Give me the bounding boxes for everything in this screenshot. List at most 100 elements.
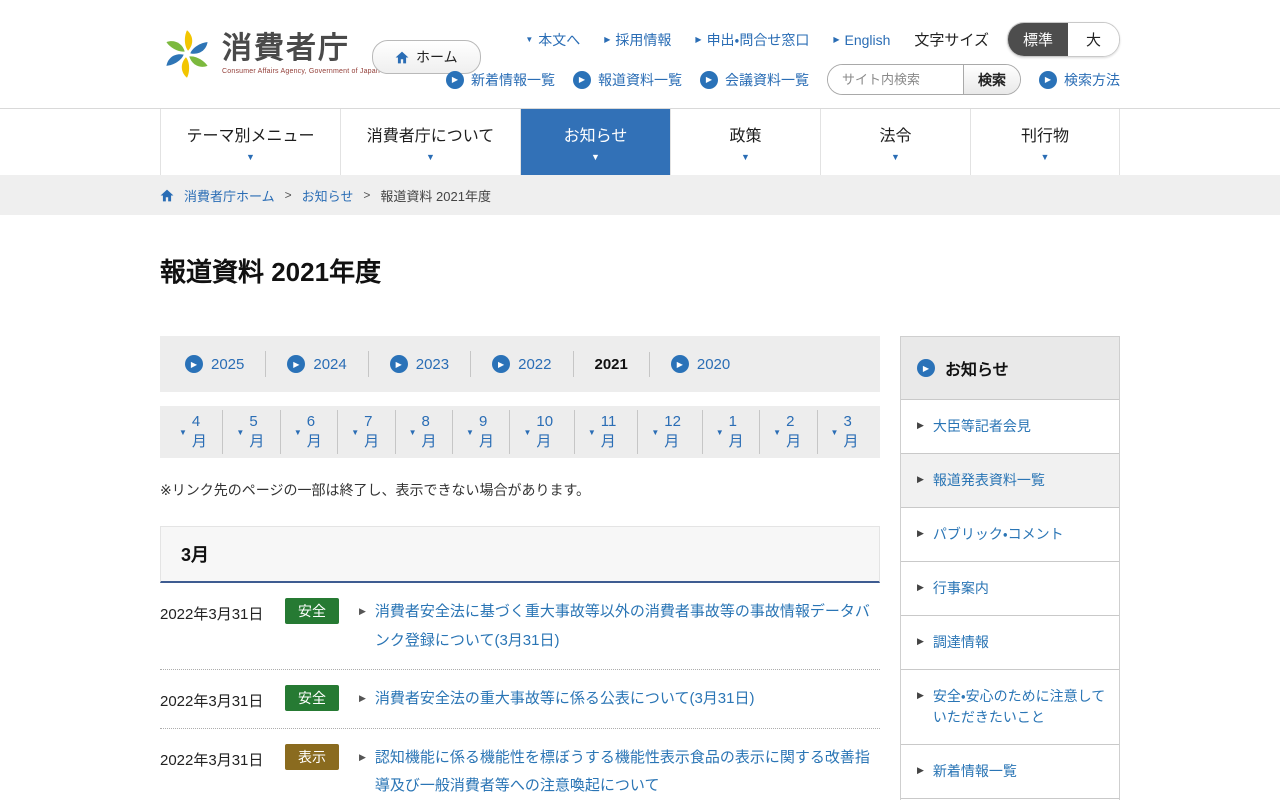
month-link-dec[interactable]: ▼ 12月 [638,410,703,454]
nav-tab-policy[interactable]: 政策 ▼ [670,109,820,175]
home-icon [395,51,409,63]
quick-links-row: ▶ 新着情報一覧 ▶ 報道資料一覧 ▶ 会議資料一覧 検索 ▶ 検索方法 [446,64,1120,95]
caret-right-icon: ▶ [695,35,702,44]
month-link-jun[interactable]: ▼ 6月 [281,410,339,454]
arrow-circle-icon: ▶ [917,359,935,377]
caret-down-icon: ▼ [246,152,255,162]
recruit-link[interactable]: ▶ 採用情報 [604,30,671,50]
breadcrumb: 消費者庁ホーム > お知らせ > 報道資料 2021年度 [160,175,1120,215]
caret-down-icon: ▼ [426,152,435,162]
caret-right-icon: ▶ [917,474,924,484]
month-link-mar[interactable]: ▼ 3月 [818,410,874,454]
disclaimer-note: ※リンク先のページの一部は終了し、表示できない場合があります。 [160,482,591,498]
caret-right-icon: ▶ [917,420,924,430]
breadcrumb-separator: > [363,188,371,202]
font-size-large-button[interactable]: 大 [1067,23,1119,56]
caret-down-icon: ▼ [179,427,187,437]
press-materials-list-link[interactable]: ▶ 報道資料一覧 [573,70,682,90]
caret-down-icon: ▼ [773,427,782,437]
news-link[interactable]: 消費者安全法に基づく重大事故等以外の消費者事故等の事故情報データバンク登録につい… [375,598,880,655]
year-filter: ▶ 2025 ▶ 2024 ▶ 2023 ▶ 2022 2021 ▶ 2020 [160,336,880,392]
sidebar-item-press-conference[interactable]: ▶ 大臣等記者会見 [901,400,1119,454]
breadcrumb-news-link[interactable]: お知らせ [302,186,354,205]
skip-to-content-link[interactable]: ▼ 本文へ [525,30,580,50]
sidebar-item-press-release-list[interactable]: ▶ 報道発表資料一覧 [901,454,1119,508]
meeting-materials-list-link[interactable]: ▶ 会議資料一覧 [700,70,809,90]
sidebar-item-events[interactable]: ▶ 行事案内 [901,562,1119,616]
caret-right-icon: ▶ [917,528,924,538]
nav-tab-about[interactable]: 消費者庁について ▼ [340,109,520,175]
english-link[interactable]: ▶ English [833,32,890,48]
caret-down-icon: ▼ [587,427,596,437]
breadcrumb-current: 報道資料 2021年度 [380,188,491,204]
contact-link[interactable]: ▶ 申出・問合せ窓口 [695,30,809,50]
search-button[interactable]: 検索 [963,65,1020,94]
caret-down-icon: ▼ [891,152,900,162]
breadcrumb-separator: > [284,188,292,202]
month-link-jul[interactable]: ▼ 7月 [338,410,396,454]
year-link-2023[interactable]: ▶ 2023 [369,351,472,377]
month-link-nov[interactable]: ▼ 11月 [575,410,639,454]
month-link-aug[interactable]: ▼ 8月 [396,410,454,454]
news-link[interactable]: 消費者安全法の重大事故等に係る公表について(3月31日) [375,685,880,714]
site-search: 検索 [827,64,1021,95]
month-link-may[interactable]: ▼ 5月 [223,410,281,454]
font-size-standard-button[interactable]: 標準 [1007,23,1068,56]
caret-down-icon: ▼ [715,427,724,437]
sidebar-item-safety-caution[interactable]: ▶ 安全・安心のために注意していただきたいこと [901,670,1119,745]
year-link-2024[interactable]: ▶ 2024 [266,351,369,377]
month-link-apr[interactable]: ▼ 4月 [166,410,224,454]
year-link-2025[interactable]: ▶ 2025 [164,351,267,377]
caret-right-icon: ▶ [833,35,840,44]
caret-right-icon: ▶ [917,582,924,592]
arrow-circle-icon: ▶ [1039,70,1057,89]
pinwheel-logo-icon [166,30,208,78]
agency-logo[interactable]: 消費者庁 Consumer Affairs Agency, Government… [160,26,380,82]
caret-right-icon: ▶ [917,636,924,646]
caret-right-icon: ▶ [359,751,366,762]
nav-tab-publications[interactable]: 刊行物 ▼ [970,109,1120,175]
caret-down-icon: ▼ [523,427,532,437]
caret-down-icon: ▼ [351,427,360,437]
font-size-label: 文字サイズ [914,32,989,49]
arrow-circle-icon: ▶ [492,355,511,373]
sidebar-item-new-info-list[interactable]: ▶ 新着情報一覧 [901,745,1119,799]
caret-down-icon: ▼ [741,152,750,162]
news-date: 2022年3月31日 [160,751,264,769]
month-link-oct[interactable]: ▼ 10月 [510,410,575,454]
nav-tab-laws[interactable]: 法令 ▼ [820,109,970,175]
page-title: 報道資料 2021年度 [160,257,382,287]
news-date: 2022年3月31日 [160,606,264,623]
font-size-toggle: 標準 大 [1006,22,1120,57]
arrow-circle-icon: ▶ [446,70,464,89]
breadcrumb-bar: 消費者庁ホーム > お知らせ > 報道資料 2021年度 [0,175,1280,215]
month-link-jan[interactable]: ▼ 1月 [703,410,761,454]
nav-tab-news[interactable]: お知らせ ▼ [520,109,670,175]
caret-down-icon: ▼ [651,427,660,437]
caret-right-icon: ▶ [917,690,924,700]
year-link-2020[interactable]: ▶ 2020 [650,351,751,377]
new-info-list-link[interactable]: ▶ 新着情報一覧 [446,70,555,90]
caret-down-icon: ▼ [591,152,600,162]
month-link-feb[interactable]: ▼ 2月 [760,410,818,454]
sidebar-item-procurement[interactable]: ▶ 調達情報 [901,616,1119,670]
month-link-sep[interactable]: ▼ 9月 [453,410,511,454]
arrow-circle-icon: ▶ [573,70,591,89]
sidebar-item-public-comment[interactable]: ▶ パブリック・コメント [901,508,1119,562]
news-link[interactable]: 認知機能に係る機能性を標ぼうする機能性表示食品の表示に関する改善指導及び一般消費… [375,744,880,800]
arrow-circle-icon: ▶ [389,355,408,373]
year-link-2022[interactable]: ▶ 2022 [471,351,574,377]
global-navigation: テーマ別メニュー ▼ 消費者庁について ▼ お知らせ ▼ 政策 ▼ 法令 ▼ 刊行物 ▼ [0,108,1280,175]
breadcrumb-home-link[interactable]: 消費者庁ホーム [184,186,275,205]
year-current-2021: 2021 [574,351,650,377]
site-search-input[interactable] [828,65,963,94]
news-sidebar: ▶ お知らせ ▶ 大臣等記者会見 ▶ 報道発表資料一覧 ▶ パブリック・コメント… [900,336,1120,800]
nav-tab-theme-menu[interactable]: テーマ別メニュー ▼ [160,109,340,175]
arrow-circle-icon: ▶ [700,70,718,89]
search-help-link[interactable]: ▶ 検索方法 [1039,70,1120,90]
caret-right-icon: ▶ [917,765,924,775]
agency-name-english: Consumer Affairs Agency, Government of J… [222,68,380,75]
main-content: ▶ 2025 ▶ 2024 ▶ 2023 ▶ 2022 2021 ▶ 2020 … [160,336,880,800]
arrow-circle-icon: ▶ [287,355,306,373]
caret-down-icon: ▼ [408,427,417,437]
